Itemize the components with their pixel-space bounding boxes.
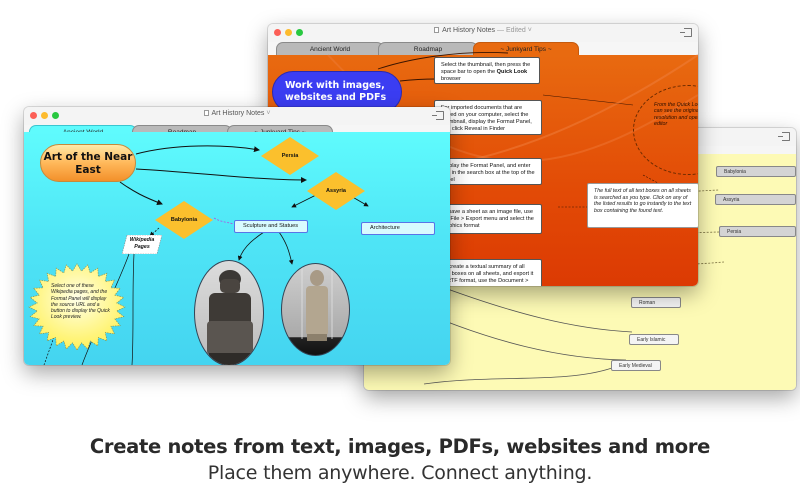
exit-fullscreen-icon[interactable]	[432, 111, 444, 120]
subheadline: Place them anywhere. Connect anything.	[207, 462, 593, 484]
edited-indicator[interactable]: — Edited ˅	[497, 27, 532, 34]
node-babylonia[interactable]: Babylonia	[716, 166, 796, 177]
node-roman[interactable]: Roman	[631, 297, 681, 308]
node-wikipedia-pages[interactable]: Wikipedia Pages	[122, 235, 162, 254]
sheet-tabs: Ancient World Roadmap ~ Junkyard Tips ~	[268, 42, 698, 55]
node-early-medieval[interactable]: Early Medieval	[611, 360, 661, 371]
exit-fullscreen-icon[interactable]	[778, 132, 790, 141]
node-architecture[interactable]: Architecture	[361, 222, 435, 235]
title-menu-chevron[interactable]: ˅	[266, 110, 270, 117]
node-persia[interactable]: Persia	[261, 137, 319, 175]
statue-illustration	[301, 264, 333, 341]
canvas-cyan[interactable]: Art of the Near East Persia Assyria Baby…	[24, 132, 450, 365]
image-standing-statue[interactable]	[281, 263, 350, 356]
document-icon	[434, 27, 440, 33]
tab-junkyard-tips[interactable]: ~ Junkyard Tips ~	[473, 42, 579, 55]
note-textual-summary[interactable]: To create a textual summary of all text …	[434, 259, 542, 286]
note-quick-look[interactable]: Select the thumbnail, then press the spa…	[434, 57, 540, 84]
node-babylonia[interactable]: Babylonia	[155, 201, 213, 239]
note-reveal-in-finder[interactable]: For imported documents that are stored o…	[434, 100, 542, 135]
node-sculpture-and-statues[interactable]: Sculpture and Statues	[234, 220, 308, 233]
window-title: Art History Notes — Edited ˅	[268, 27, 698, 34]
note-starburst-wikipedia[interactable]: Select one of these Wikipedia pages, and…	[27, 262, 127, 352]
tab-roadmap[interactable]: Roadmap	[378, 42, 478, 55]
node-assyria[interactable]: Assyria	[307, 172, 365, 210]
node-assyria[interactable]: Assyria	[715, 194, 796, 205]
window-front-cyan: Art History Notes ˅ Ancient World Roadma…	[24, 107, 450, 365]
image-seated-statue[interactable]	[194, 260, 264, 365]
window-title: Art History Notes ˅	[24, 110, 450, 117]
exit-fullscreen-icon[interactable]	[680, 28, 692, 37]
title-bar: Art History Notes — Edited ˅	[268, 24, 698, 42]
note-ellipse-quick-look[interactable]: From the Quick Look browser, you can see…	[633, 85, 698, 175]
statue-illustration	[207, 270, 253, 365]
document-icon	[203, 110, 209, 116]
app-store-screenshot: Babylonia Assyria Persia Roman Early Isl…	[0, 0, 800, 500]
note-full-text-search[interactable]: The full text of all text boxes on all s…	[587, 183, 698, 228]
node-art-of-the-near-east[interactable]: Art of the Near East	[40, 144, 136, 182]
note-search[interactable]: Display the Format Panel, and enter text…	[434, 158, 542, 185]
node-persia[interactable]: Persia	[719, 226, 796, 237]
headline: Create notes from text, images, PDFs, we…	[89, 435, 711, 458]
note-export-image[interactable]: To save a sheet as an image file, use th…	[434, 204, 542, 234]
tab-ancient-world[interactable]: Ancient World	[276, 42, 384, 55]
node-early-islamic[interactable]: Early Islamic	[629, 334, 679, 345]
title-bar: Art History Notes ˅	[24, 107, 450, 125]
